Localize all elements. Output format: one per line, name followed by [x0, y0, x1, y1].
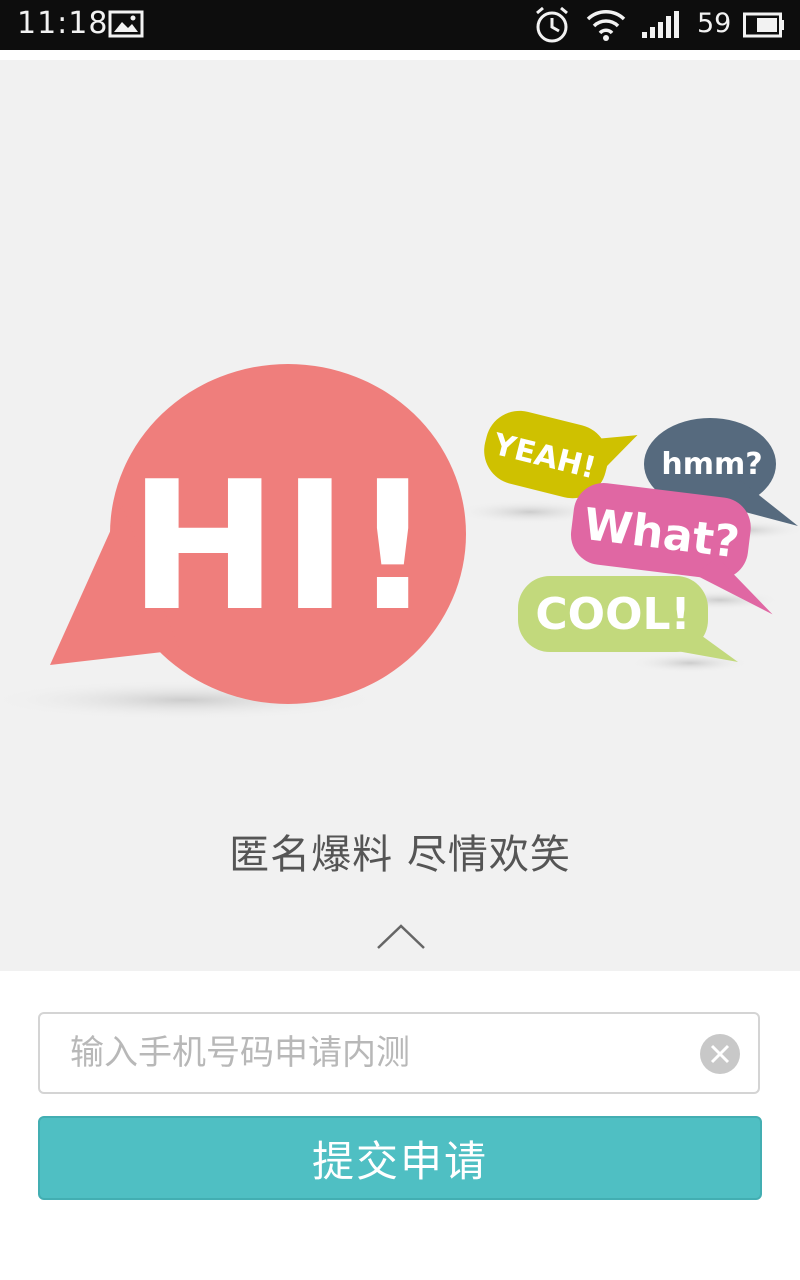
hmm-bubble-text: hmm?: [661, 447, 762, 482]
phone-input[interactable]: [70, 1014, 690, 1092]
cool-bubble: COOL!: [518, 576, 738, 662]
battery-level: 59: [697, 8, 732, 39]
battery-icon: [743, 11, 785, 43]
submit-button[interactable]: 提交申请: [38, 1116, 762, 1200]
alarm-icon: [532, 6, 572, 48]
gallery-icon: [108, 10, 144, 42]
screen: 11:18 59 HI! hmm? YEAH! What? COOL! 匿名爆料…: [0, 0, 800, 1280]
wifi-icon: [586, 8, 626, 46]
slogan: 匿名爆料 尽情欢笑: [229, 832, 571, 878]
hero-banner: HI! hmm? YEAH! What? COOL! 匿名爆料 尽情欢笑: [0, 60, 800, 971]
status-bar: 11:18 59: [0, 0, 800, 50]
status-time: 11:18: [17, 6, 109, 41]
cool-bubble-text: COOL!: [535, 589, 690, 640]
cool-bubble-shadow: [630, 653, 750, 673]
signal-icon: [640, 10, 680, 44]
phone-field: [38, 1012, 760, 1094]
hi-bubble: HI!: [50, 364, 466, 704]
hi-bubble-text: HI!: [129, 443, 437, 650]
chevron-up-icon[interactable]: [376, 922, 426, 954]
divider-strip: [0, 50, 800, 60]
clear-icon[interactable]: [700, 1034, 740, 1074]
